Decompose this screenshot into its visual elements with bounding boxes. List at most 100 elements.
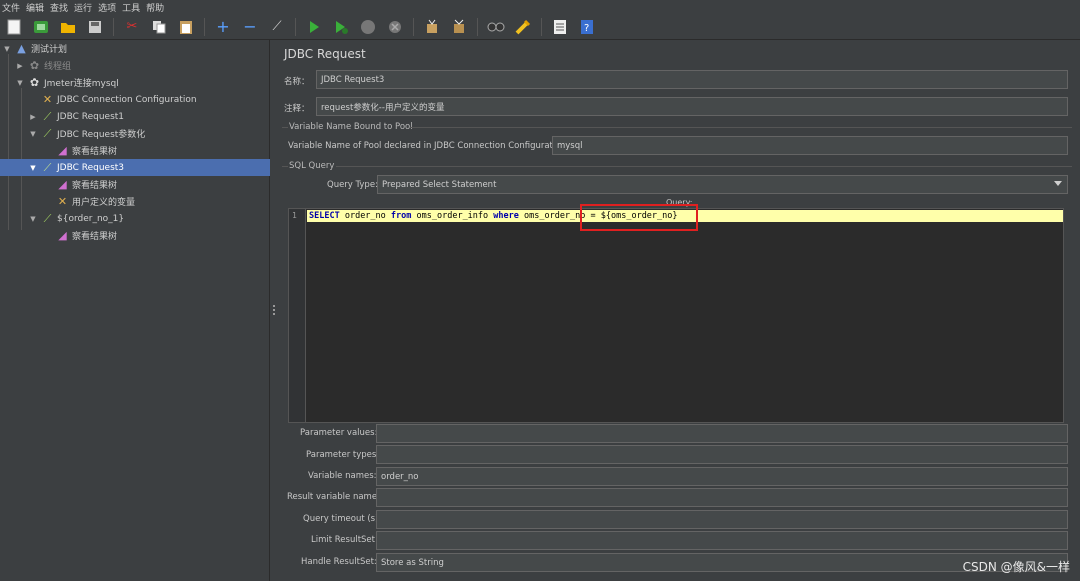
collapse-icon[interactable]: − — [241, 18, 259, 36]
tree-item-jdbc-request3[interactable]: ▼ ⟋ JDBC Request3 — [0, 159, 270, 176]
menu-help[interactable]: 帮助 — [146, 1, 164, 14]
sql-query-editor[interactable]: 1 SELECT order_no from oms_order_info wh… — [288, 208, 1064, 423]
query-type-select[interactable]: Prepared Select Statement — [377, 175, 1068, 194]
param-types-field[interactable] — [376, 445, 1068, 464]
tree-item-label: ${order_no_1} — [57, 213, 125, 224]
param-values-label: Parameter values: — [300, 428, 378, 438]
limit-resultset-field[interactable] — [376, 531, 1068, 550]
tree-item-view-results-tree[interactable]: ◢ 察看结果树 — [0, 227, 270, 244]
query-timeout-field[interactable] — [376, 510, 1068, 529]
chart-icon: ◢ — [58, 178, 67, 191]
tree-item-thread-group[interactable]: ▶ ✿ 线程组 — [0, 57, 270, 74]
sampler-pen-icon: ⟋ — [43, 211, 52, 225]
shutdown-icon[interactable] — [386, 18, 404, 36]
expand-arrow-icon[interactable]: ▶ — [15, 62, 25, 70]
section-border — [282, 166, 288, 167]
reset-search-icon[interactable] — [514, 18, 532, 36]
copy-icon[interactable] — [150, 18, 168, 36]
paste-icon[interactable] — [177, 18, 195, 36]
clear-all-icon[interactable] — [450, 18, 468, 36]
function-helper-icon[interactable] — [551, 18, 569, 36]
menu-bar: 文件 编辑 查找 运行 选项 工具 帮助 — [0, 0, 1080, 14]
tree-item-view-results-tree[interactable]: ◢ 察看结果树 — [0, 176, 270, 193]
expand-arrow-icon[interactable]: ▶ — [28, 113, 38, 121]
toolbar-separator — [541, 17, 542, 36]
variable-names-field[interactable]: order_no — [376, 467, 1068, 486]
tree-item-label: 察看结果树 — [72, 232, 118, 242]
new-icon[interactable] — [5, 18, 23, 36]
pool-name-field[interactable]: mysql — [552, 136, 1068, 155]
section-border — [336, 166, 1072, 167]
clear-icon[interactable] — [423, 18, 441, 36]
tree-item-jmeter-mysql[interactable]: ▼ ✿ Jmeter连接mysql — [0, 74, 270, 91]
collapse-arrow-icon[interactable]: ▼ — [28, 164, 38, 172]
tree-item-jdbc-connection-configuration[interactable]: ✕ JDBC Connection Configuration — [0, 91, 270, 108]
param-values-field[interactable] — [376, 424, 1068, 443]
stop-icon[interactable] — [359, 18, 377, 36]
tree-item-order-no-1[interactable]: ▼ ⟋ ${order_no_1} — [0, 210, 270, 227]
sampler-pen-icon: ⟋ — [43, 126, 52, 140]
section-border — [282, 127, 288, 128]
save-icon[interactable] — [86, 18, 104, 36]
start-no-pause-icon[interactable] — [332, 18, 350, 36]
pool-section-title: Variable Name Bound to Pool — [289, 122, 413, 132]
tree-item-label: 察看结果树 — [72, 181, 118, 191]
collapse-arrow-icon[interactable]: ▼ — [15, 79, 25, 87]
toolbar-separator — [295, 17, 296, 36]
panel-title: JDBC Request — [284, 47, 366, 61]
chart-icon: ◢ — [58, 229, 67, 242]
help-icon[interactable]: ? — [578, 18, 596, 36]
result-variable-field[interactable] — [376, 488, 1068, 507]
sampler-pen-icon: ⟋ — [43, 109, 52, 123]
sql-keyword: where — [493, 211, 519, 221]
toolbar-separator — [413, 17, 414, 36]
comment-label: 注释： — [284, 104, 310, 114]
tree-item-user-defined-variables[interactable]: ✕ 用户定义的变量 — [0, 193, 270, 210]
menu-run[interactable]: 运行 — [74, 1, 92, 14]
menu-file[interactable]: 文件 — [2, 1, 20, 14]
collapse-arrow-icon[interactable]: ▼ — [28, 215, 38, 223]
search-icon[interactable] — [487, 18, 505, 36]
templates-icon[interactable] — [32, 18, 50, 36]
tree-item-label: JDBC Request参数化 — [57, 130, 146, 140]
name-label: 名称： — [284, 77, 310, 87]
tree-item-label: JDBC Request3 — [57, 162, 125, 173]
collapse-arrow-icon[interactable]: ▼ — [28, 130, 38, 138]
tree-item-jdbc-request-param[interactable]: ▼ ⟋ JDBC Request参数化 — [0, 125, 270, 142]
comment-field[interactable]: request参数化--用户定义的变量 — [316, 97, 1068, 116]
sql-text: oms_order_info — [411, 211, 494, 221]
tree-item-jdbc-request1[interactable]: ▶ ⟋ JDBC Request1 — [0, 108, 270, 125]
open-icon[interactable] — [59, 18, 77, 36]
toggle-icon[interactable]: ⟋ — [268, 18, 286, 36]
collapse-arrow-icon[interactable]: ▼ — [2, 45, 12, 53]
chevron-down-icon — [1054, 181, 1062, 186]
toolbar: ✂ + − ⟋ ? — [0, 14, 1080, 40]
gear-icon: ✿ — [29, 76, 40, 89]
sampler-pen-icon: ⟋ — [43, 160, 52, 174]
splitter-grip-icon[interactable] — [273, 305, 275, 315]
cut-icon[interactable]: ✂ — [123, 18, 141, 36]
menu-options[interactable]: 选项 — [98, 1, 116, 14]
query-timeout-label: Query timeout (s): — [303, 514, 382, 524]
expand-icon[interactable]: + — [214, 18, 232, 36]
tree-item-label: Jmeter连接mysql — [44, 79, 119, 89]
tree-item-label: 察看结果树 — [72, 147, 118, 157]
result-variable-label: Result variable name: — [287, 492, 380, 502]
menu-edit[interactable]: 编辑 — [26, 1, 44, 14]
tree-item-label: JDBC Connection Configuration — [57, 94, 197, 105]
handle-resultset-label: Handle ResultSet: — [301, 557, 377, 567]
watermark: CSDN @像风&一样 — [962, 560, 1070, 574]
menu-tools[interactable]: 工具 — [122, 1, 140, 14]
config-tools-icon: ✕ — [57, 195, 68, 208]
pool-name-label: Variable Name of Pool declared in JDBC C… — [288, 141, 569, 151]
tree-item-view-results-tree[interactable]: ◢ 察看结果树 — [0, 142, 270, 159]
toolbar-separator — [204, 17, 205, 36]
menu-search[interactable]: 查找 — [50, 1, 68, 14]
name-field[interactable]: JDBC Request3 — [316, 70, 1068, 89]
tree-item-test-plan[interactable]: ▼ ▲ 测试计划 — [0, 40, 270, 57]
test-plan-tree: ▼ ▲ 测试计划 ▶ ✿ 线程组 ▼ ✿ Jmeter连接mysql ✕ JDB… — [0, 40, 270, 581]
start-icon[interactable] — [305, 18, 323, 36]
tree-item-label: 测试计划 — [31, 45, 68, 55]
query-type-value: Prepared Select Statement — [382, 179, 497, 190]
section-border — [410, 127, 1072, 128]
